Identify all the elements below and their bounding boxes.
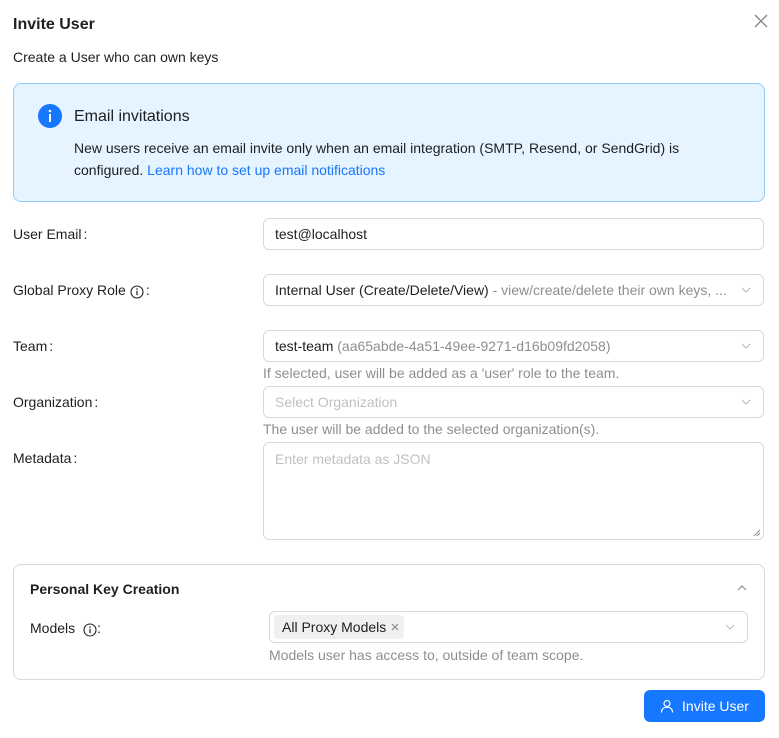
email-setup-link[interactable]: Learn how to set up email notifications (147, 162, 385, 178)
invite-user-button-label: Invite User (682, 698, 749, 714)
user-email-label: User Email: (13, 223, 87, 245)
role-description: - view/create/delete their own keys, ... (488, 282, 727, 298)
info-circle-icon (38, 104, 62, 128)
info-icon[interactable] (83, 621, 97, 637)
models-help-text: Models user has access to, outside of te… (269, 647, 584, 663)
label-colon: : (73, 450, 78, 466)
metadata-label: Metadata: (13, 447, 77, 469)
user-email-label-text: User Email (13, 226, 82, 242)
resize-handle-icon[interactable] (753, 529, 761, 537)
global-proxy-role-select[interactable]: Internal User (Create/Delete/View) - vie… (263, 274, 764, 306)
organization-label-text: Organization (13, 394, 93, 410)
info-icon[interactable] (130, 283, 144, 299)
team-select[interactable]: test-team (aa65abde-4a51-49ee-9271-d16b0… (263, 330, 764, 362)
models-tag: All Proxy Models (274, 615, 405, 639)
label-colon: : (94, 394, 99, 410)
label-colon: : (145, 282, 150, 298)
close-icon[interactable] (752, 12, 770, 30)
user-email-input[interactable]: test@localhost (263, 218, 764, 250)
alert-description: New users receive an email invite only w… (74, 137, 714, 181)
team-help-text: If selected, user will be added as a 'us… (263, 365, 620, 381)
personal-key-creation-panel: Personal Key Creation Models : All Proxy… (13, 564, 765, 680)
organization-label: Organization: (13, 391, 98, 413)
role-label-text: Global Proxy Role (13, 282, 126, 298)
chevron-down-icon (741, 287, 751, 293)
chevron-down-icon (741, 343, 751, 349)
chevron-down-icon (741, 399, 751, 405)
label-colon: : (49, 338, 54, 354)
organization-help-text: The user will be added to the selected o… (263, 421, 600, 437)
alert-title: Email invitations (74, 108, 190, 125)
team-label-text: Team (13, 338, 48, 354)
global-proxy-role-label: Global Proxy Role : (13, 279, 150, 301)
user-icon (660, 699, 674, 713)
models-tag-label: All Proxy Models (282, 619, 387, 635)
user-email-value: test@localhost (275, 226, 368, 242)
metadata-label-text: Metadata (13, 450, 72, 466)
chevron-down-icon (725, 624, 735, 630)
metadata-textarea[interactable]: Enter metadata as JSON (263, 442, 764, 540)
metadata-placeholder: Enter metadata as JSON (275, 451, 431, 467)
label-colon: : (83, 226, 88, 242)
modal-subtitle: Create a User who can own keys (13, 49, 219, 65)
label-colon: : (97, 620, 102, 636)
models-label: Models : (30, 617, 101, 639)
personal-key-creation-title[interactable]: Personal Key Creation (30, 580, 179, 598)
modal-title: Invite User (13, 16, 95, 33)
chevron-up-icon[interactable] (736, 582, 748, 594)
team-id: (aa65abde-4a51-49ee-9271-d16b09fd2058) (333, 338, 611, 354)
models-select[interactable]: All Proxy Models (269, 611, 748, 643)
organization-select[interactable]: Select Organization (263, 386, 764, 418)
team-selected-value: test-team (aa65abde-4a51-49ee-9271-d16b0… (275, 338, 732, 354)
organization-placeholder: Select Organization (275, 394, 398, 410)
team-value: test-team (275, 338, 334, 354)
tag-close-icon[interactable] (390, 622, 400, 632)
role-selected-value: Internal User (Create/Delete/View) - vie… (275, 282, 732, 298)
email-invitations-alert: Email invitations New users receive an e… (13, 83, 765, 202)
role-value: Internal User (Create/Delete/View) (275, 282, 489, 298)
team-label: Team: (13, 335, 53, 357)
invite-user-button[interactable]: Invite User (644, 690, 765, 722)
models-label-text: Models (30, 620, 76, 636)
